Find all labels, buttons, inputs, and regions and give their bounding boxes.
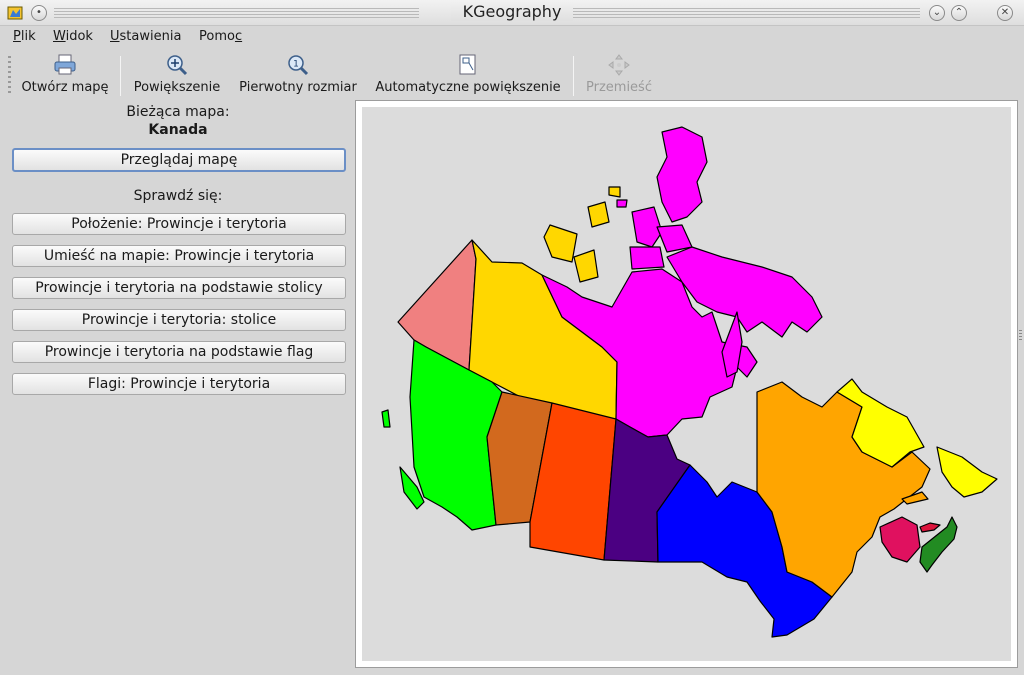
region-newfoundland-labrador-island[interactable] xyxy=(936,446,998,498)
canada-map[interactable] xyxy=(362,107,1011,661)
printer-icon xyxy=(54,54,76,75)
region-new-brunswick[interactable] xyxy=(879,516,921,563)
region-nunavut-island[interactable] xyxy=(656,224,693,253)
auto-zoom-label: Automatyczne powiększenie xyxy=(375,80,561,95)
menu-settings-label: stawienia xyxy=(119,29,182,44)
map-canvas[interactable] xyxy=(362,107,1011,661)
region-northwest-territories-island[interactable] xyxy=(573,249,599,283)
move-arrows-icon xyxy=(608,54,630,76)
toolbar-grip[interactable] xyxy=(8,56,11,96)
region-prince-edward-island[interactable] xyxy=(919,522,941,533)
region-yukon[interactable] xyxy=(397,239,477,371)
menu-view-mnemonic: W xyxy=(53,29,66,44)
quiz-by-capital-button[interactable]: Prowincje i terytoria na podstawie stoli… xyxy=(12,277,346,299)
region-british-columbia-island[interactable] xyxy=(381,409,391,428)
zoom-label: Powiększenie xyxy=(133,80,221,95)
menu-file-mnemonic: P xyxy=(13,29,21,44)
zoom-original-icon: 1 xyxy=(288,55,309,76)
move-label: Przemieść xyxy=(586,80,652,95)
original-size-button[interactable]: 1 Pierwotny rozmiar xyxy=(236,54,360,95)
menu-help-label: Pomo xyxy=(199,29,235,44)
toolbar-separator xyxy=(573,56,574,96)
quiz-by-flag-button[interactable]: Prowincje i terytoria na podstawie flag xyxy=(12,341,346,363)
menu-file[interactable]: Plik xyxy=(13,29,36,44)
fit-page-icon xyxy=(459,54,476,75)
quiz-flags-button[interactable]: Flagi: Prowincje i terytoria xyxy=(12,373,346,395)
auto-zoom-button[interactable]: Automatyczne powiększenie xyxy=(371,54,565,95)
main-toolbar: Otwórz mapę Powiększenie 1 Pierwotny roz… xyxy=(0,48,1024,100)
menu-help-mnemonic: c xyxy=(234,29,243,44)
left-panel: Bieżąca mapa: Kanada Przeglądaj mapę Spr… xyxy=(0,100,356,675)
region-northwest-territories-island[interactable] xyxy=(587,201,610,228)
original-size-label: Pierwotny rozmiar xyxy=(239,80,357,95)
menu-bar: Plik Widok Ustawienia Pomoc xyxy=(0,26,1024,48)
menu-view[interactable]: Widok xyxy=(53,29,93,44)
quiz-section-label: Sprawdź się: xyxy=(133,188,223,204)
quiz-location-button[interactable]: Położenie: Prowincje i terytoria xyxy=(12,213,346,235)
quiz-capitals-button[interactable]: Prowincje i terytoria: stolice xyxy=(12,309,346,331)
browse-map-button[interactable]: Przeglądaj mapę xyxy=(12,148,346,172)
menu-view-label: idok xyxy=(65,29,93,44)
quiz-place-on-map-button[interactable]: Umieść na mapie: Prowincje i terytoria xyxy=(12,245,346,267)
open-map-label: Otwórz mapę xyxy=(21,80,109,95)
region-nunavut-island[interactable] xyxy=(629,246,665,270)
region-northwest-territories-island[interactable] xyxy=(608,186,621,198)
region-nunavut-island[interactable] xyxy=(656,126,708,223)
minimize-button[interactable]: ⌄ xyxy=(929,5,945,21)
svg-text:1: 1 xyxy=(293,60,299,70)
map-view[interactable] xyxy=(355,100,1018,668)
zoom-button[interactable]: Powiększenie xyxy=(130,54,224,95)
open-map-button[interactable]: Otwórz mapę xyxy=(20,54,110,95)
current-map-label: Bieżąca mapa: xyxy=(126,104,230,120)
region-nunavut-island[interactable] xyxy=(616,199,628,208)
menu-help[interactable]: Pomoc xyxy=(199,29,242,44)
current-map-name: Kanada xyxy=(148,122,208,138)
move-button[interactable]: Przemieść xyxy=(580,54,658,95)
menu-settings[interactable]: Ustawienia xyxy=(110,29,181,44)
menu-file-label: lik xyxy=(20,29,36,44)
window-resize-grip[interactable] xyxy=(1019,330,1022,340)
region-northwest-territories-island[interactable] xyxy=(543,224,578,263)
menu-settings-mnemonic: U xyxy=(110,29,120,44)
toolbar-separator xyxy=(120,56,121,96)
zoom-in-icon xyxy=(167,55,188,76)
maximize-button[interactable]: ⌃ xyxy=(951,5,967,21)
close-button[interactable]: ✕ xyxy=(997,5,1013,21)
title-bar: • KGeography ⌄ ⌃ ✕ xyxy=(0,0,1024,26)
window-title: KGeography xyxy=(450,2,574,21)
